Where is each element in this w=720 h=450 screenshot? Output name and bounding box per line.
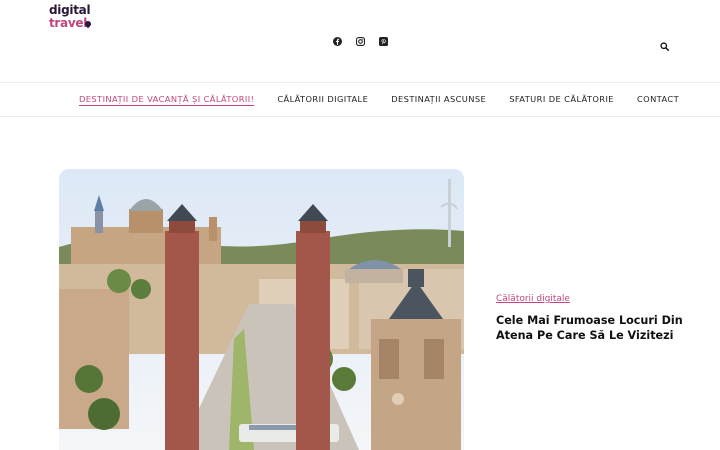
search-icon[interactable] <box>660 36 670 51</box>
instagram-icon[interactable] <box>355 36 365 46</box>
featured-post-meta: Călătorii digitale Cele Mai Frumoase Loc… <box>496 286 686 343</box>
nav-item-travel-tips[interactable]: Sfaturi de călătorie <box>509 94 614 106</box>
post-title[interactable]: Cele Mai Frumoase Locuri Din Atena Pe Ca… <box>496 313 686 343</box>
nav-item-contact[interactable]: Contact <box>637 94 679 106</box>
logo-text-bottom: travel <box>49 16 88 30</box>
facebook-icon[interactable] <box>332 36 342 46</box>
main-navigation: Destinații de vacanță și călătorii! Călă… <box>0 83 720 117</box>
nav-item-hidden-destinations[interactable]: Destinații ascunse <box>391 94 486 106</box>
featured-post-image[interactable] <box>59 169 464 450</box>
site-header: digital travel <box>0 0 720 83</box>
nav-item-digital-travel[interactable]: Călătorii digitale <box>277 94 368 106</box>
post-category-link[interactable]: Călătorii digitale <box>496 294 570 304</box>
nav-item-vacation-destinations[interactable]: Destinații de vacanță și călătorii! <box>79 94 255 106</box>
site-logo[interactable]: digital travel <box>48 2 93 34</box>
pinterest-icon[interactable] <box>378 36 388 46</box>
logo-text-top: digital <box>49 3 91 17</box>
social-links <box>332 36 388 46</box>
